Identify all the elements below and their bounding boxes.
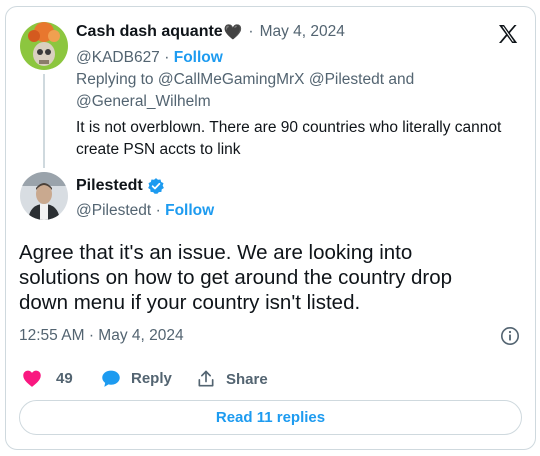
- verified-badge-icon: [147, 177, 165, 195]
- reply-handle-row: @KADB627 · Follow: [76, 49, 223, 67]
- read-replies-label: Read 11 replies: [215, 409, 326, 426]
- timestamp[interactable]: 12:55 AM · May 4, 2024: [19, 327, 184, 345]
- reply-handle[interactable]: @KADB627: [76, 49, 160, 66]
- main-text-line2: solutions on how to get around the count…: [19, 266, 453, 289]
- like-action[interactable]: 49: [22, 369, 73, 388]
- main-author-name[interactable]: Pilestedt: [76, 177, 143, 195]
- reply-date[interactable]: May 4, 2024: [260, 23, 345, 41]
- replying-to-line1: Replying to @CallMeGamingMrX @Pilestedt …: [76, 71, 414, 89]
- info-icon[interactable]: [500, 326, 520, 346]
- replying-to-line2: @General_Wilhelm: [76, 93, 211, 111]
- share-label: Share: [226, 370, 268, 388]
- main-text-line1: Agree that it's an issue. We are looking…: [19, 241, 413, 264]
- separator-dot: ·: [88, 327, 99, 344]
- avatar-reply-author[interactable]: [20, 22, 68, 70]
- tweet-time: 12:55 AM: [19, 327, 85, 344]
- thread-connector-line: [43, 74, 45, 168]
- reply-label: Reply: [131, 370, 172, 387]
- share-action[interactable]: Share: [196, 369, 268, 389]
- separator-dot: ·: [155, 202, 166, 219]
- follow-button-reply[interactable]: Follow: [174, 49, 223, 66]
- share-icon: [196, 369, 216, 389]
- main-text-line3: down menu if your country isn't listed.: [19, 291, 361, 314]
- reply-header: Cash dash aquante 🖤 · May 4, 2024: [76, 23, 345, 41]
- main-handle-row: @Pilestedt · Follow: [76, 202, 214, 220]
- reply-action[interactable]: Reply: [101, 369, 172, 388]
- mention-pilestedt[interactable]: @Pilestedt: [309, 71, 384, 88]
- mention-callmegamingmrx[interactable]: @CallMeGamingMrX: [158, 71, 305, 88]
- follow-button-main[interactable]: Follow: [165, 202, 214, 219]
- heart-icon: [22, 369, 42, 388]
- separator-dot: ·: [248, 23, 254, 40]
- tweet-date: May 4, 2024: [98, 327, 184, 344]
- black-heart-emoji: 🖤: [223, 24, 243, 41]
- replying-to-prefix: Replying to: [76, 71, 154, 88]
- mention-general-wilhelm[interactable]: @General_Wilhelm: [76, 93, 211, 110]
- read-replies-button[interactable]: Read 11 replies: [19, 400, 522, 435]
- x-logo-icon[interactable]: [496, 22, 520, 46]
- avatar-main-author[interactable]: [20, 172, 68, 220]
- replying-to-and: and: [388, 71, 415, 88]
- separator-dot: ·: [164, 49, 174, 66]
- like-count: 49: [56, 370, 73, 387]
- reply-bubble-icon: [101, 369, 121, 388]
- main-header: Pilestedt: [76, 177, 165, 195]
- reply-author-name[interactable]: Cash dash aquante: [76, 23, 223, 41]
- reply-text-line2: create PSN accts to link: [76, 141, 241, 158]
- reply-text-line1: It is not overblown. There are 90 countr…: [76, 119, 502, 136]
- main-handle[interactable]: @Pilestedt: [76, 202, 151, 219]
